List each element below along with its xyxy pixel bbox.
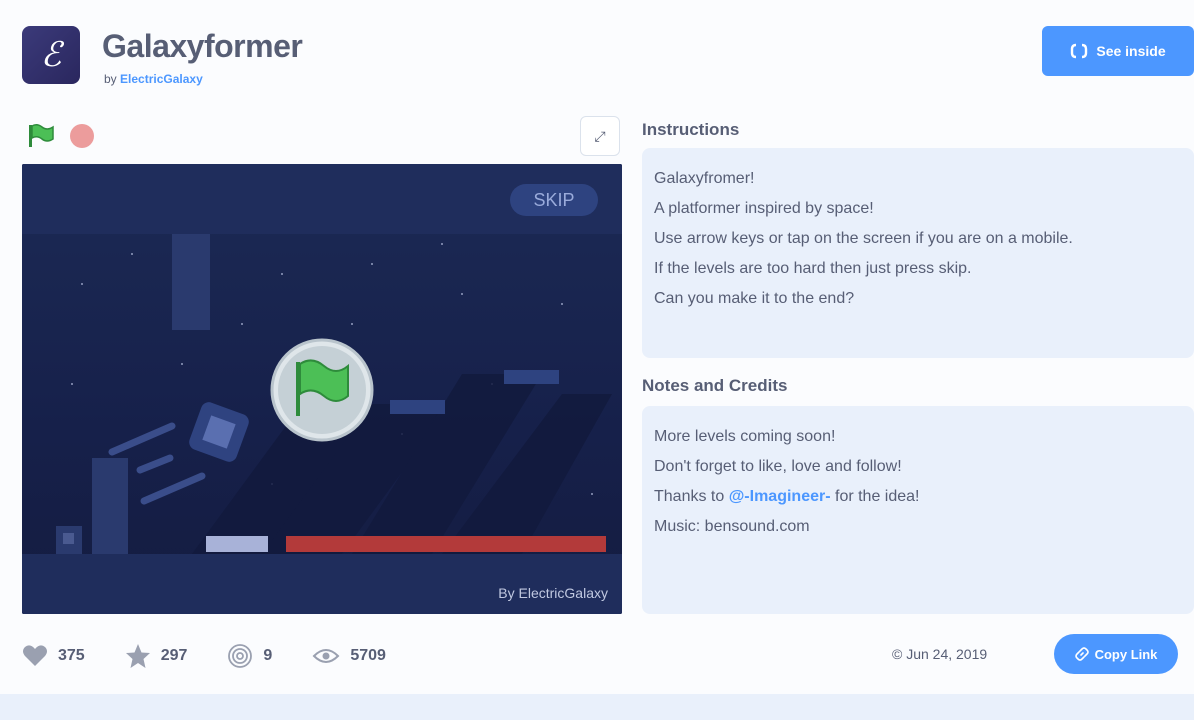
copy-link-label: Copy Link — [1094, 646, 1158, 662]
fullscreen-icon: ⤢ — [594, 127, 606, 144]
view-count: 5709 — [350, 647, 386, 664]
notes-line-thanks: Thanks to @-Imagineer- for the idea! — [654, 482, 1182, 512]
stop-icon[interactable] — [70, 124, 94, 148]
favorite-stat[interactable]: 297 — [125, 643, 188, 669]
love-count: 375 — [58, 647, 85, 664]
instructions-line: Galaxyfromer! — [654, 170, 755, 187]
instructions-line: If the levels are too hard then just pre… — [654, 260, 972, 277]
big-green-flag-button[interactable] — [270, 338, 374, 442]
code-brackets-icon — [1071, 43, 1088, 59]
fullscreen-button[interactable]: ⤢ — [580, 116, 620, 156]
project-header: ℰ Galaxyformer by ElectricGalaxy See ins… — [0, 0, 1194, 110]
notes-line: More levels coming soon! — [654, 428, 836, 445]
eye-icon — [312, 649, 340, 663]
instructions-line: A platformer inspired by space! — [654, 200, 874, 217]
instructions-line: Can you make it to the end? — [654, 290, 855, 307]
byline-prefix: by — [104, 72, 117, 86]
project-title: Galaxyformer — [102, 28, 303, 64]
link-icon — [1074, 647, 1089, 661]
author-link[interactable]: ElectricGalaxy — [120, 72, 203, 86]
copy-link-button[interactable]: Copy Link — [1054, 634, 1178, 674]
see-inside-label: See inside — [1096, 43, 1166, 59]
remix-spiral-icon — [228, 644, 253, 668]
project-thumbnail-avatar[interactable]: ℰ — [22, 26, 80, 84]
instructions-heading: Instructions — [642, 120, 740, 139]
share-date: © Jun 24, 2019 — [892, 646, 988, 662]
see-inside-button[interactable]: See inside — [1042, 26, 1194, 76]
instructions-panel: Galaxyfromer! A platformer inspired by s… — [642, 148, 1194, 358]
user-mention-link[interactable]: @-Imagineer- — [729, 488, 831, 505]
notes-line: Music: bensound.com — [654, 518, 810, 535]
footer-band — [0, 694, 1194, 720]
notes-line: Don't forget to like, love and follow! — [654, 458, 902, 475]
notes-heading: Notes and Credits — [642, 376, 788, 395]
stage-watermark: By ElectricGalaxy — [498, 585, 608, 601]
heart-icon — [23, 645, 47, 666]
remix-stat[interactable]: 9 — [227, 643, 272, 669]
green-flag-icon[interactable] — [27, 123, 55, 149]
view-stat: 5709 — [312, 646, 386, 666]
star-icon — [125, 644, 150, 668]
thanks-suffix: for the idea! — [830, 488, 920, 505]
player-controls: ⤢ — [22, 116, 622, 156]
project-stats: 375 297 9 5709 — [22, 636, 426, 676]
favorite-count: 297 — [160, 647, 188, 664]
thanks-prefix: Thanks to — [654, 488, 729, 505]
project-byline: by ElectricGalaxy — [104, 72, 203, 86]
game-scene: SKIP By ElectricGalaxy — [22, 164, 622, 614]
skip-button-label: SKIP — [533, 190, 574, 210]
notes-panel: More levels coming soon! Don't forget to… — [642, 406, 1194, 614]
project-stage[interactable]: SKIP By ElectricGalaxy — [22, 164, 622, 614]
love-stat[interactable]: 375 — [22, 644, 85, 668]
remix-count: 9 — [263, 647, 273, 664]
instructions-line: Use arrow keys or tap on the screen if y… — [654, 230, 1073, 247]
